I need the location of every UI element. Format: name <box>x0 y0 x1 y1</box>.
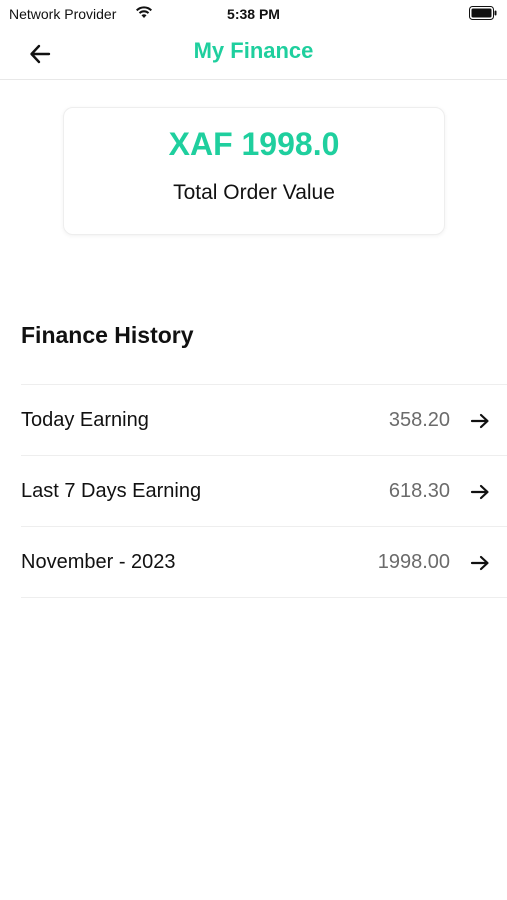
history-row-label: Today Earning <box>21 409 149 431</box>
history-row-label: November - 2023 <box>21 551 176 573</box>
app-header: My Finance <box>0 28 507 80</box>
arrow-right-icon <box>470 413 489 429</box>
arrow-right-icon <box>470 555 489 571</box>
history-row-last-7-days[interactable]: Last 7 Days Earning 618.30 <box>21 456 507 527</box>
page-title: My Finance <box>193 38 314 63</box>
finance-history-list: Today Earning 358.20 Last 7 Days Earning… <box>21 384 507 598</box>
finance-history-title: Finance History <box>21 322 194 348</box>
battery-icon <box>469 6 497 20</box>
total-order-amount: XAF 1998.0 <box>168 126 340 162</box>
status-bar: Network Provider 5:38 PM <box>0 0 507 28</box>
history-row-label: Last 7 Days Earning <box>21 480 202 502</box>
history-row-value: 358.20 <box>388 409 450 431</box>
history-row-today[interactable]: Today Earning 358.20 <box>21 385 507 456</box>
total-order-label: Total Order Value <box>173 181 335 204</box>
history-row-month[interactable]: November - 2023 1998.00 <box>21 527 507 598</box>
status-time: 5:38 PM <box>227 6 280 22</box>
history-row-value: 618.30 <box>388 480 450 502</box>
arrow-right-icon <box>470 484 489 500</box>
history-row-value: 1998.00 <box>377 551 450 573</box>
total-order-card: XAF 1998.0 Total Order Value <box>63 107 445 235</box>
